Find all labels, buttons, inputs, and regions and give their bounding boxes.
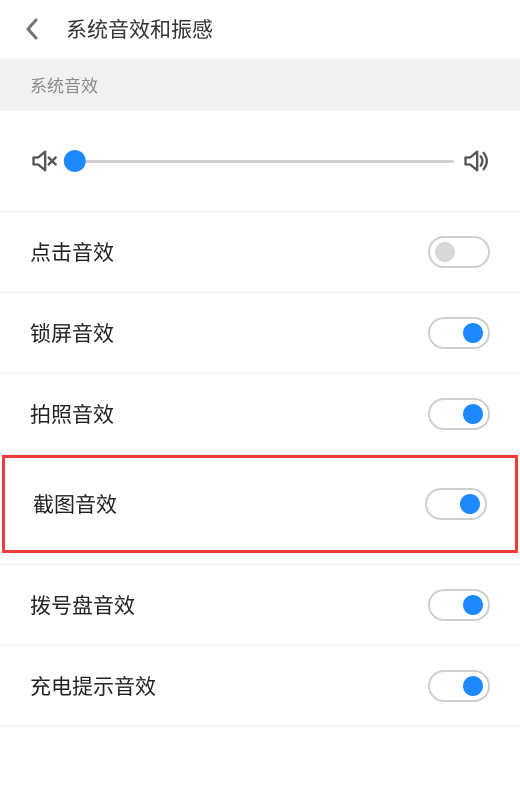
toggle-knob (463, 676, 483, 696)
setting-label: 截图音效 (33, 489, 117, 519)
setting-label: 拍照音效 (30, 399, 114, 429)
setting-row-tap: 点击音效 (0, 212, 520, 293)
setting-row-charging: 充电提示音效 (0, 646, 520, 727)
toggle-tap-sound[interactable] (428, 236, 490, 268)
toggle-screenshot-sound[interactable] (425, 488, 487, 520)
setting-label: 锁屏音效 (30, 318, 114, 348)
toggle-charging-sound[interactable] (428, 670, 490, 702)
mute-icon (30, 147, 58, 175)
volume-slider-thumb[interactable] (64, 150, 86, 172)
setting-row-camera: 拍照音效 (0, 374, 520, 455)
setting-row-screenshot: 截图音效 (5, 458, 515, 550)
page-title: 系统音效和振感 (66, 14, 213, 44)
section-header: 系统音效 (0, 58, 520, 111)
highlight-box: 截图音效 (2, 455, 518, 553)
toggle-camera-sound[interactable] (428, 398, 490, 430)
volume-slider[interactable] (66, 160, 454, 163)
toggle-knob (463, 323, 483, 343)
toggle-knob (463, 595, 483, 615)
toggle-lock-sound[interactable] (428, 317, 490, 349)
setting-label: 点击音效 (30, 237, 114, 267)
setting-label: 充电提示音效 (30, 671, 156, 701)
toggle-knob (463, 404, 483, 424)
volume-slider-row (0, 111, 520, 212)
back-button[interactable] (12, 9, 52, 49)
toggle-knob (435, 242, 455, 262)
setting-row-dialpad: 拨号盘音效 (0, 565, 520, 646)
chevron-left-icon (24, 17, 40, 41)
toggle-dialpad-sound[interactable] (428, 589, 490, 621)
volume-icon (462, 147, 490, 175)
setting-label: 拨号盘音效 (30, 590, 135, 620)
setting-row-lock: 锁屏音效 (0, 293, 520, 374)
toggle-knob (460, 494, 480, 514)
divider (0, 553, 520, 565)
header: 系统音效和振感 (0, 0, 520, 58)
